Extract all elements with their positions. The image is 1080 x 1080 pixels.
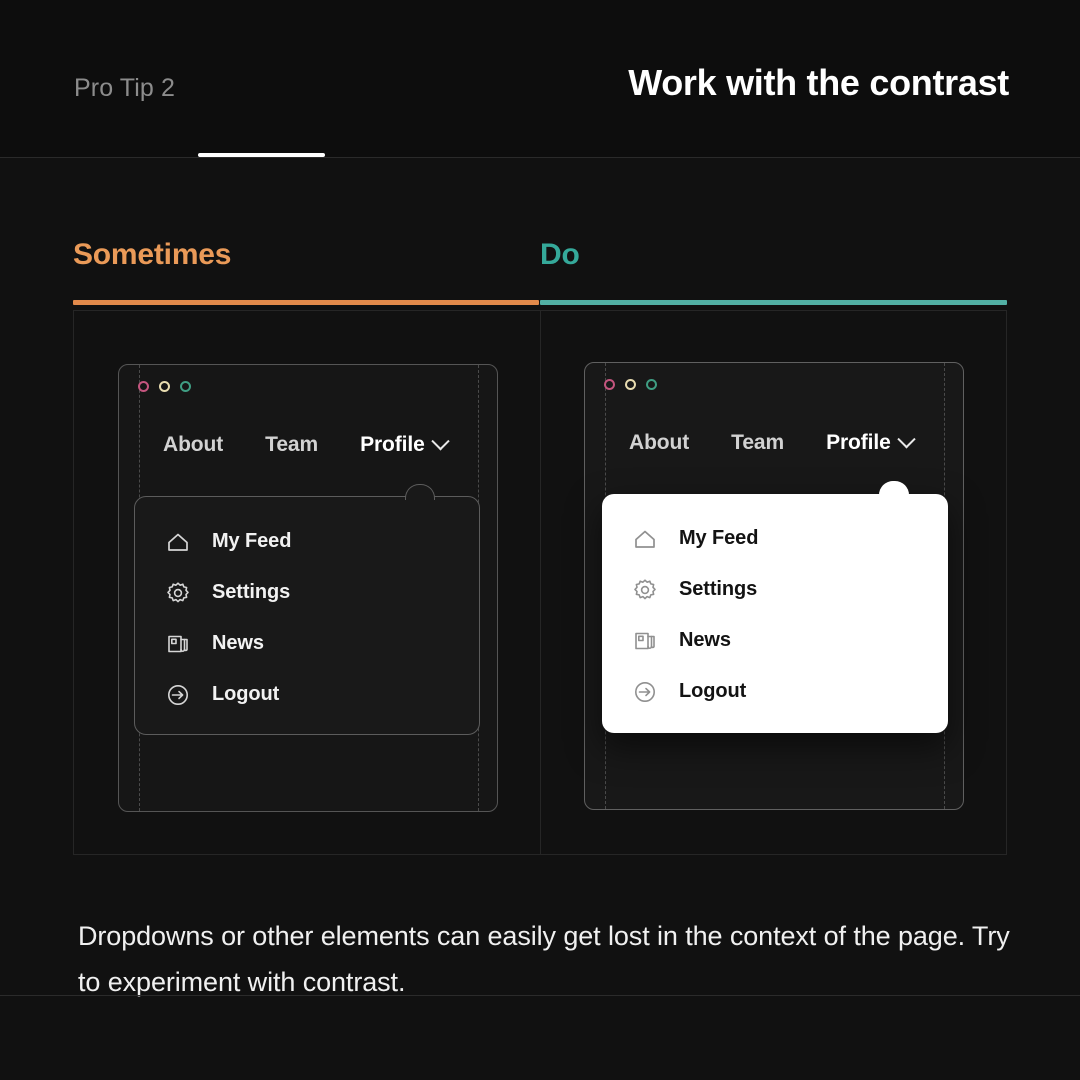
site-navbar-sometimes: About Team Profile xyxy=(119,431,497,457)
news-icon xyxy=(164,630,192,658)
chevron-down-icon xyxy=(897,429,916,448)
header-divider xyxy=(0,157,1080,158)
home-icon xyxy=(164,528,192,556)
gear-icon xyxy=(164,579,192,607)
menu-item-my-feed[interactable]: My Feed xyxy=(602,513,948,564)
menu-item-my-feed-label: My Feed xyxy=(212,530,292,552)
nav-item-about[interactable]: About xyxy=(629,431,689,455)
nav-item-team[interactable]: Team xyxy=(731,431,784,455)
menu-item-logout[interactable]: Logout xyxy=(135,669,479,720)
maximize-dot[interactable] xyxy=(180,381,191,392)
menu-item-settings[interactable]: Settings xyxy=(135,567,479,618)
column-heading-do: Do xyxy=(540,238,580,271)
logout-icon xyxy=(631,678,659,706)
nav-item-profile-label: Profile xyxy=(360,433,425,456)
menu-item-my-feed[interactable]: My Feed xyxy=(135,516,479,567)
profile-dropdown-sometimes[interactable]: My Feed Settings News Logout xyxy=(134,484,480,735)
menu-item-news-label: News xyxy=(679,629,731,651)
footer-divider xyxy=(0,995,1080,996)
slide-caption: Dropdowns or other elements can easily g… xyxy=(78,921,1010,997)
logout-icon xyxy=(164,681,192,709)
nav-item-profile[interactable]: Profile xyxy=(360,431,450,457)
menu-item-logout-label: Logout xyxy=(679,680,747,702)
profile-dropdown-do[interactable]: My Feed Settings News Logout xyxy=(602,481,948,733)
menu-item-news[interactable]: News xyxy=(135,618,479,669)
dropdown-menu-list-do: My Feed Settings News Logout xyxy=(602,513,948,717)
column-heading-sometimes: Sometimes xyxy=(73,238,232,271)
slide-root: Pro Tip 2 Work with the contrast Sometim… xyxy=(0,0,1080,1080)
maximize-dot[interactable] xyxy=(646,379,657,390)
chevron-down-icon xyxy=(431,431,450,450)
active-tab-indicator xyxy=(198,153,325,157)
nav-item-team[interactable]: Team xyxy=(265,433,318,457)
minimize-dot[interactable] xyxy=(159,381,170,392)
close-dot[interactable] xyxy=(604,379,615,390)
home-icon xyxy=(631,525,659,553)
menu-item-settings[interactable]: Settings xyxy=(602,564,948,615)
dropdown-menu-list-sometimes: My Feed Settings News Logout xyxy=(135,516,479,720)
window-controls xyxy=(604,379,657,390)
menu-item-settings-label: Settings xyxy=(212,581,291,603)
window-controls xyxy=(138,381,191,392)
gear-icon xyxy=(631,576,659,604)
menu-item-my-feed-label: My Feed xyxy=(679,527,759,549)
nav-item-profile[interactable]: Profile xyxy=(826,429,916,455)
news-icon xyxy=(631,627,659,655)
menu-item-news[interactable]: News xyxy=(602,615,948,666)
menu-item-settings-label: Settings xyxy=(679,578,758,600)
menu-item-logout-label: Logout xyxy=(212,683,280,705)
minimize-dot[interactable] xyxy=(625,379,636,390)
site-navbar-do: About Team Profile xyxy=(585,429,963,455)
close-dot[interactable] xyxy=(138,381,149,392)
accent-bar-sometimes xyxy=(73,300,539,305)
slide-header: Pro Tip 2 Work with the contrast xyxy=(0,0,1080,158)
accent-bar-do xyxy=(540,300,1007,305)
menu-item-logout[interactable]: Logout xyxy=(602,666,948,717)
nav-item-profile-label: Profile xyxy=(826,431,891,454)
eyebrow-label: Pro Tip 2 xyxy=(74,74,175,102)
menu-item-news-label: News xyxy=(212,632,264,654)
page-title: Work with the contrast xyxy=(628,62,1009,103)
nav-item-about[interactable]: About xyxy=(163,433,223,457)
